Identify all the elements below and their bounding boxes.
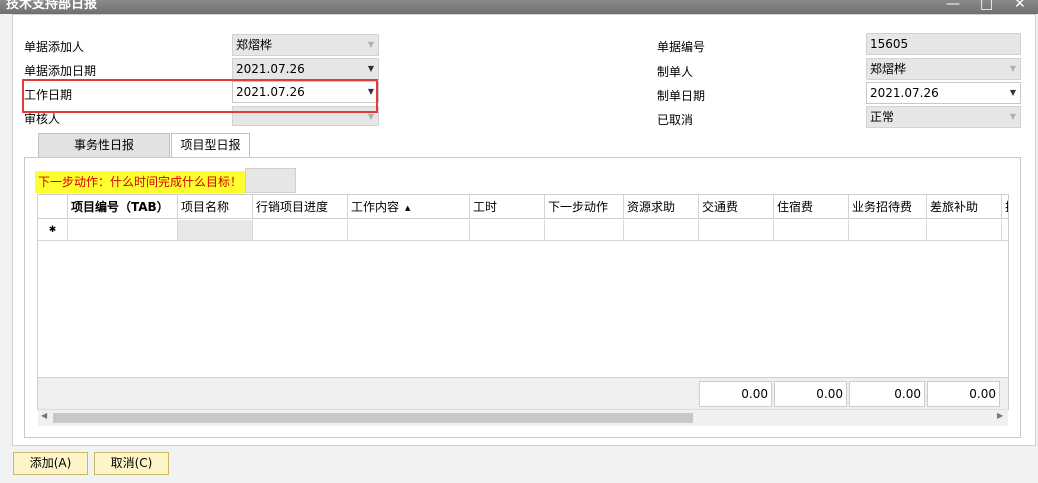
next-step-hint: 下一步动作：什么时间完成什么目标！ — [35, 171, 246, 193]
reviewer-field: ▼ — [232, 106, 379, 126]
scroll-left-icon[interactable]: ◀ — [41, 411, 47, 420]
cancelled-value: 正常 — [870, 110, 895, 124]
cell-resource-help[interactable] — [624, 220, 699, 241]
column-header-hours[interactable]: 工时 — [470, 195, 545, 219]
cell-progress[interactable] — [253, 220, 348, 241]
work-date-picker[interactable]: 2021.07.26 ▼ — [232, 81, 379, 103]
cancelled-field: 正常 ▼ — [866, 106, 1021, 128]
column-header-lodging[interactable]: 住宿费 — [774, 195, 849, 219]
creator-label: 制单人 — [657, 65, 694, 79]
add-date-value: 2021.07.26 — [236, 62, 305, 76]
create-date-field[interactable]: 2021.07.26 ▼ — [866, 82, 1021, 104]
adder-field: 郑熠桦 ▼ — [232, 34, 379, 56]
creator-field: 郑熠桦 ▼ — [866, 58, 1021, 80]
cancel-button[interactable]: 取消(C) — [94, 452, 169, 475]
chevron-down-icon: ▼ — [367, 64, 374, 73]
adder-label: 单据添加人 — [24, 40, 85, 54]
create-date-value: 2021.07.26 — [870, 86, 939, 100]
doc-no-value: 15605 — [870, 37, 909, 51]
cell-next-step[interactable] — [545, 220, 624, 241]
cell-entertainment[interactable] — [849, 220, 927, 241]
column-header-project-name[interactable]: 项目名称 — [178, 195, 253, 219]
hint-field[interactable] — [245, 168, 296, 193]
sort-ascending-icon: ▲ — [405, 204, 411, 212]
horizontal-scrollbar[interactable]: ◀ ▶ — [38, 409, 1008, 426]
adder-value: 郑熠桦 — [236, 38, 273, 52]
window-title: 技术支持部日报 — [6, 0, 98, 12]
cell-transport[interactable] — [699, 220, 774, 241]
title-bar: 技术支持部日报 — □ ✕ — [0, 0, 1038, 14]
new-row-marker: ✱ — [38, 220, 68, 241]
column-header-more[interactable]: 挂 — [1002, 195, 1008, 219]
chevron-down-icon[interactable]: ▼ — [368, 82, 374, 102]
doc-no-label: 单据编号 — [657, 40, 706, 54]
add-button[interactable]: 添加(A) — [13, 452, 88, 475]
column-header-work-content[interactable]: 工作内容 ▲ — [348, 195, 470, 219]
chevron-down-icon: ▼ — [1009, 64, 1016, 73]
scroll-right-icon[interactable]: ▶ — [997, 411, 1003, 420]
column-header-next-step[interactable]: 下一步动作 — [545, 195, 624, 219]
total-lodging: 0.00 — [774, 381, 847, 407]
chevron-down-icon[interactable]: ▼ — [1010, 83, 1016, 103]
creator-value: 郑熠桦 — [870, 62, 907, 76]
chevron-down-icon: ▼ — [367, 112, 374, 121]
chevron-down-icon: ▼ — [367, 40, 374, 49]
column-header-transport[interactable]: 交通费 — [699, 195, 774, 219]
cell-lodging[interactable] — [774, 220, 849, 241]
work-date-value: 2021.07.26 — [236, 85, 305, 99]
cell-hours[interactable] — [470, 220, 545, 241]
column-header-travel-allowance[interactable]: 差旅补助 — [927, 195, 1002, 219]
minimize-icon[interactable]: — — [946, 0, 960, 12]
total-entertainment: 0.00 — [849, 381, 925, 407]
row-header-corner — [38, 195, 68, 219]
totals-row: 0.00 0.00 0.00 0.00 — [38, 377, 1008, 410]
tab-routine-report[interactable]: 事务性日报 — [38, 133, 170, 157]
chevron-down-icon: ▼ — [1009, 112, 1016, 121]
cell-travel-allowance[interactable] — [927, 220, 1002, 241]
total-travel-allowance: 0.00 — [927, 381, 1000, 407]
reviewer-label: 审核人 — [24, 112, 61, 126]
doc-no-field: 15605 — [866, 33, 1021, 55]
column-header-resource-help[interactable]: 资源求助 — [624, 195, 699, 219]
cancelled-label: 已取消 — [657, 113, 694, 127]
cell-project-no[interactable] — [68, 220, 178, 241]
work-date-label: 工作日期 — [24, 88, 73, 102]
total-transport: 0.00 — [699, 381, 772, 407]
add-date-field: 2021.07.26 ▼ — [232, 58, 379, 80]
add-date-label: 单据添加日期 — [24, 64, 97, 78]
maximize-icon[interactable]: □ — [980, 0, 993, 12]
close-icon[interactable]: ✕ — [1014, 0, 1026, 12]
create-date-label: 制单日期 — [657, 89, 706, 103]
cell-work-content[interactable] — [348, 220, 470, 241]
tab-project-report[interactable]: 项目型日报 — [171, 133, 250, 157]
column-header-entertainment[interactable]: 业务招待费 — [849, 195, 927, 219]
scrollbar-thumb[interactable] — [53, 413, 693, 423]
column-header-progress[interactable]: 行销项目进度 — [253, 195, 348, 219]
column-header-project-no[interactable]: 项目编号（TAB） — [68, 195, 178, 219]
cell-project-name — [178, 220, 253, 241]
cell-more[interactable] — [1002, 220, 1008, 241]
